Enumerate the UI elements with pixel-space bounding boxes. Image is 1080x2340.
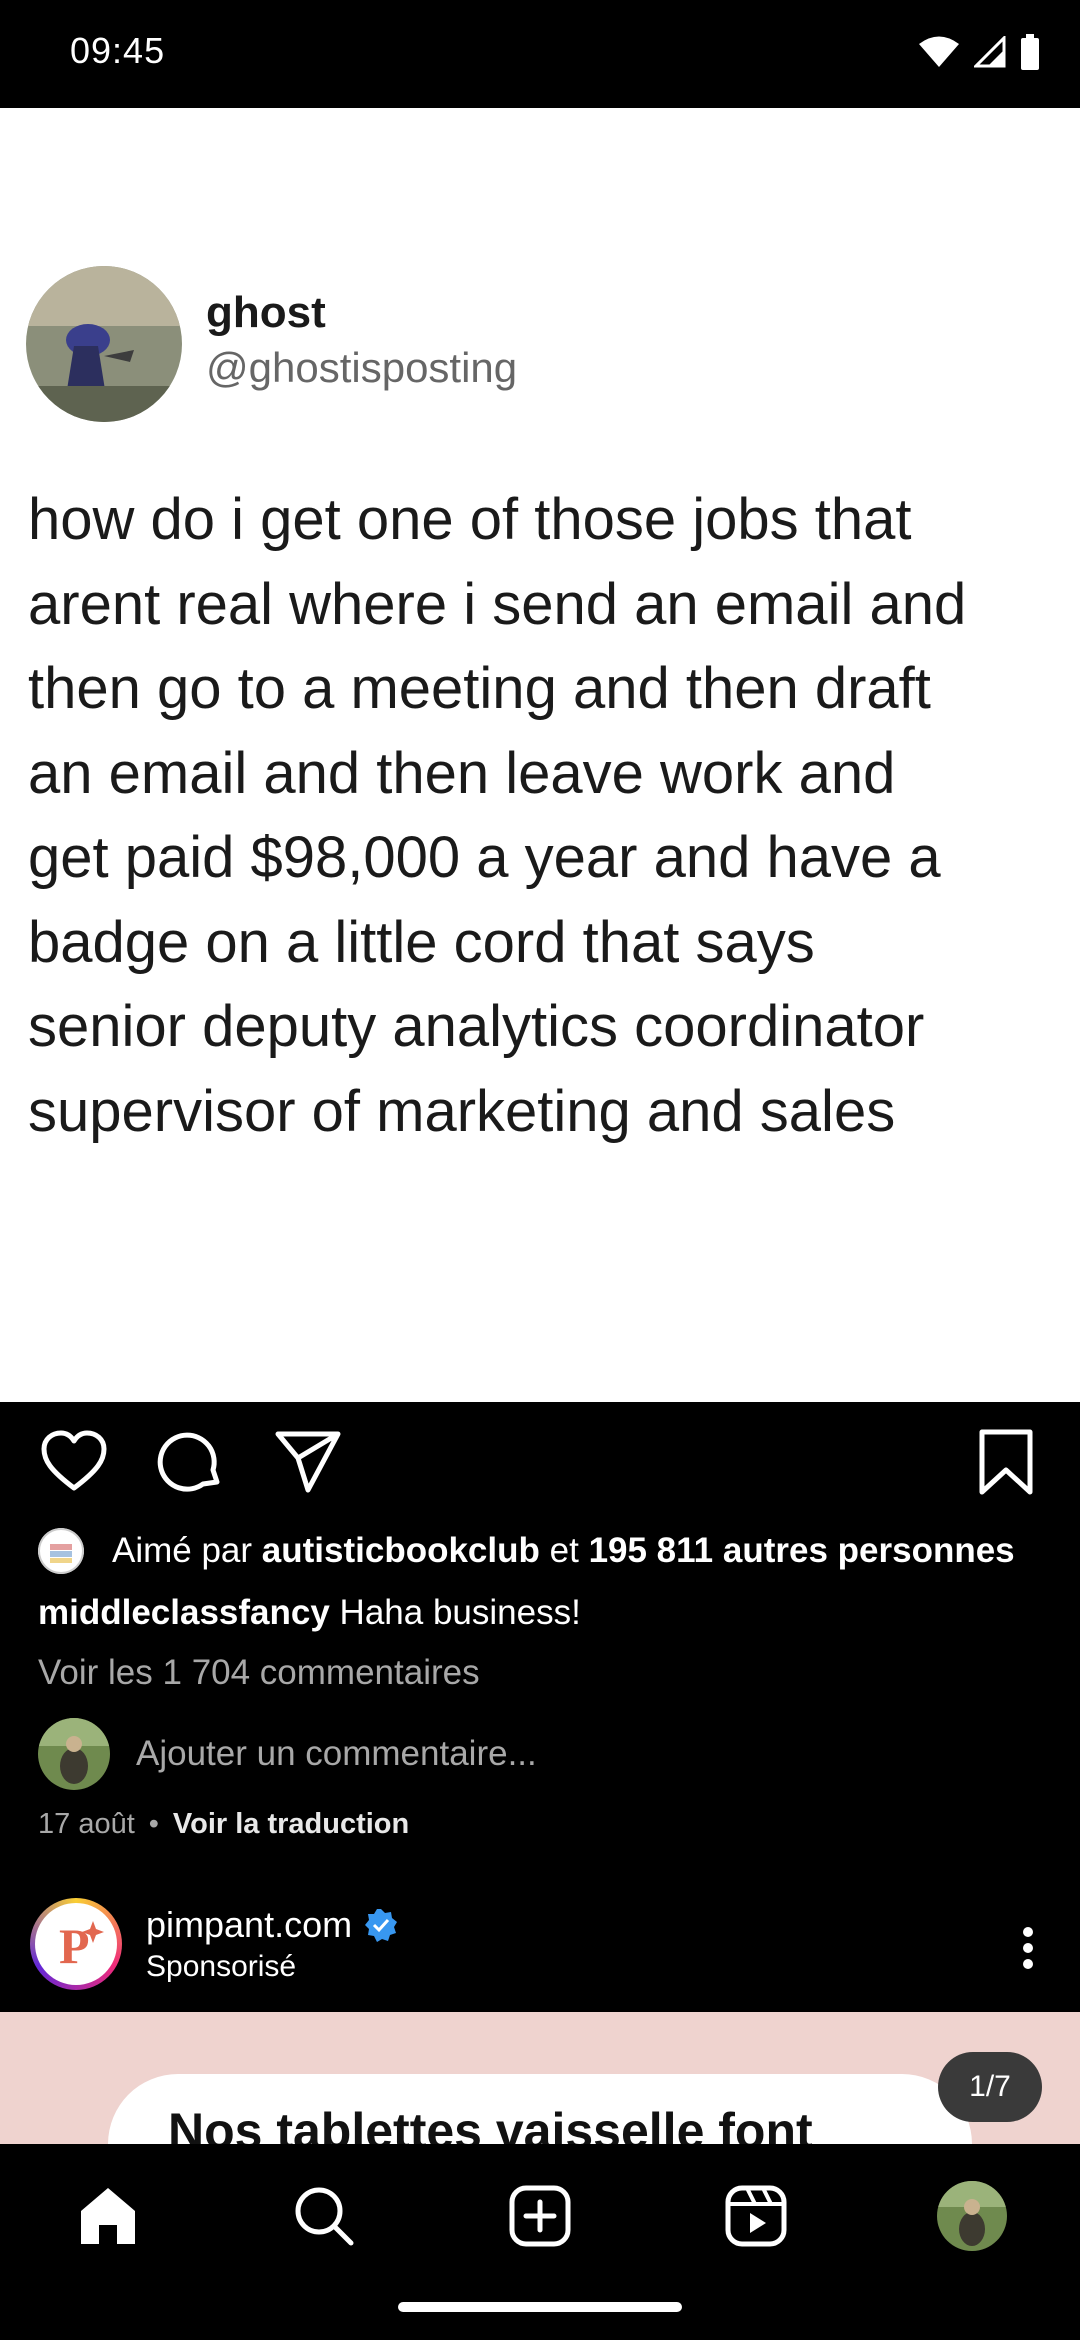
bookmark-icon[interactable]: [972, 1428, 1040, 1496]
search-icon: [295, 2187, 354, 2246]
share-icon[interactable]: [274, 1428, 342, 1496]
status-icons: [918, 34, 1040, 70]
current-user-avatar: [38, 1718, 110, 1790]
nav-profile[interactable]: [932, 2176, 1012, 2256]
see-translation-link[interactable]: Voir la traduction: [173, 1808, 409, 1841]
post-meta: 17 août • Voir la traduction: [38, 1808, 409, 1841]
nav-search[interactable]: [284, 2176, 364, 2256]
nav-home[interactable]: [68, 2176, 148, 2256]
separator-dot: •: [148, 1808, 159, 1840]
likes-summary[interactable]: Aimé par autisticbookclub et 195 811 aut…: [38, 1528, 1015, 1574]
ad-headline: Nos tablettes vaisselle font: [168, 2103, 813, 2144]
tweet-text: how do i get one of those jobs that aren…: [28, 487, 967, 1144]
status-time: 09:45: [70, 30, 166, 71]
ad-card: Nos tablettes vaisselle font: [108, 2074, 972, 2144]
profile-avatar: [937, 2181, 1007, 2251]
post-date: 17 août: [38, 1808, 135, 1840]
caption-text: Haha business!: [339, 1593, 581, 1632]
likes-count[interactable]: 195 811 autres personnes: [589, 1531, 1015, 1571]
post2-header: P pimpant.com Sponsorisé: [0, 1890, 1080, 2010]
caption-username[interactable]: middleclassfancy: [38, 1593, 330, 1632]
signal-icon: [974, 36, 1006, 68]
nav-reels[interactable]: [716, 2176, 796, 2256]
sponsored-label: Sponsorisé: [146, 1950, 297, 1983]
likes-prefix: Aimé par: [112, 1531, 253, 1570]
post-caption: middleclassfancy Haha business!: [38, 1593, 581, 1633]
more-icon[interactable]: [1022, 1926, 1034, 1970]
post-actions: [0, 1402, 1080, 1522]
create-icon: [509, 2185, 571, 2247]
likes-joiner: et: [549, 1531, 579, 1570]
post2-username[interactable]: pimpant.com: [146, 1904, 352, 1946]
heart-icon[interactable]: [40, 1428, 108, 1496]
liker-username[interactable]: autisticbookclub: [262, 1531, 540, 1571]
carousel-counter: 1/7: [938, 2052, 1042, 2122]
view-comments-link[interactable]: Voir les 1 704 commentaires: [38, 1653, 480, 1693]
home-icon: [81, 2188, 135, 2244]
tweet-author-name: ghost: [206, 288, 326, 337]
tweet-avatar: [26, 266, 182, 422]
wifi-icon: [919, 36, 959, 67]
pimpant-logo: P: [38, 1906, 114, 1982]
post-image[interactable]: ghost @ghostisposting how do i get one o…: [0, 108, 1080, 1402]
ad-media[interactable]: Nos tablettes vaisselle font 1/7: [0, 2012, 1080, 2144]
comment-icon[interactable]: [157, 1428, 225, 1496]
liker-avatar: [38, 1528, 84, 1574]
nav-create[interactable]: [500, 2176, 580, 2256]
tweet-author-handle: @ghostisposting: [206, 344, 518, 391]
battery-icon: [1021, 34, 1039, 70]
status-bar: 09:45: [0, 0, 1080, 108]
svg-text:P: P: [59, 1918, 90, 1974]
post2-username-row[interactable]: pimpant.com: [146, 1904, 398, 1946]
add-comment-row[interactable]: Ajouter un commentaire...: [38, 1718, 537, 1790]
post2-avatar[interactable]: P: [30, 1898, 122, 1990]
verified-icon: [365, 1909, 398, 1942]
add-comment-input[interactable]: Ajouter un commentaire...: [136, 1734, 537, 1774]
reels-icon: [725, 2185, 787, 2247]
home-indicator[interactable]: [398, 2302, 682, 2312]
